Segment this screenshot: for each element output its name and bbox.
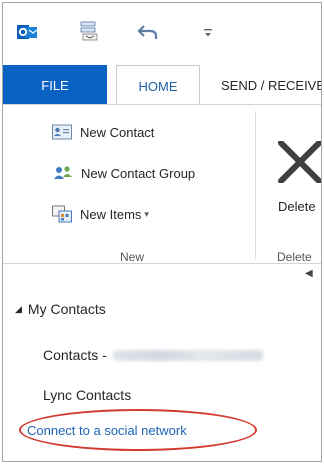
tab-home[interactable]: HOME	[116, 65, 200, 106]
redacted-email	[112, 349, 263, 361]
new-items-label: New Items	[80, 206, 142, 222]
new-contact-group-label: New Contact Group	[81, 165, 196, 181]
nav-item-lync-contacts[interactable]: Lync Contacts	[43, 387, 131, 403]
ribbon-tabs: FILE HOME SEND / RECEIVE	[3, 65, 321, 106]
contact-group-icon	[54, 166, 72, 179]
group-label-delete: Delete	[277, 250, 312, 264]
send-receive-icon[interactable]	[80, 21, 98, 41]
customize-dropdown-icon[interactable]	[203, 27, 213, 39]
folder-pane: ◀ ◢ My Contacts Contacts - Lync Contacts…	[3, 265, 321, 461]
collapse-pane-icon[interactable]: ◀	[305, 268, 313, 279]
new-contact-button[interactable]: New Contact	[52, 123, 154, 141]
new-contact-group-button[interactable]: New Contact Group	[53, 164, 195, 182]
new-contact-label: New Contact	[80, 124, 155, 140]
outlook-window: FILE HOME SEND / RECEIVE New Contact New…	[2, 2, 322, 462]
tab-file[interactable]: FILE	[3, 65, 107, 105]
group-separator	[255, 111, 256, 259]
nav-item-contacts[interactable]: Contacts -	[43, 347, 263, 363]
delete-icon[interactable]	[277, 141, 322, 183]
tab-send-receive[interactable]: SEND / RECEIVE	[221, 65, 321, 105]
undo-icon[interactable]	[137, 23, 159, 41]
highlight-circle	[19, 409, 257, 451]
contacts-label: Contacts -	[43, 347, 107, 363]
ribbon-divider	[3, 263, 321, 264]
outlook-icon	[17, 25, 37, 39]
quick-access-toolbar	[3, 3, 321, 59]
new-items-button[interactable]: New Items ▾	[52, 205, 149, 223]
ribbon-home: New Contact New Contact Group New Items …	[3, 105, 322, 264]
contact-card-icon	[52, 124, 72, 140]
expand-triangle-icon[interactable]: ◢	[15, 304, 22, 315]
my-contacts-label: My Contacts	[27, 301, 106, 317]
group-label-new: New	[120, 250, 145, 264]
new-items-icon	[52, 205, 72, 223]
delete-button-label[interactable]: Delete	[278, 199, 316, 214]
chevron-down-icon: ▾	[144, 208, 149, 219]
my-contacts-section[interactable]: ◢ My Contacts	[15, 301, 106, 317]
